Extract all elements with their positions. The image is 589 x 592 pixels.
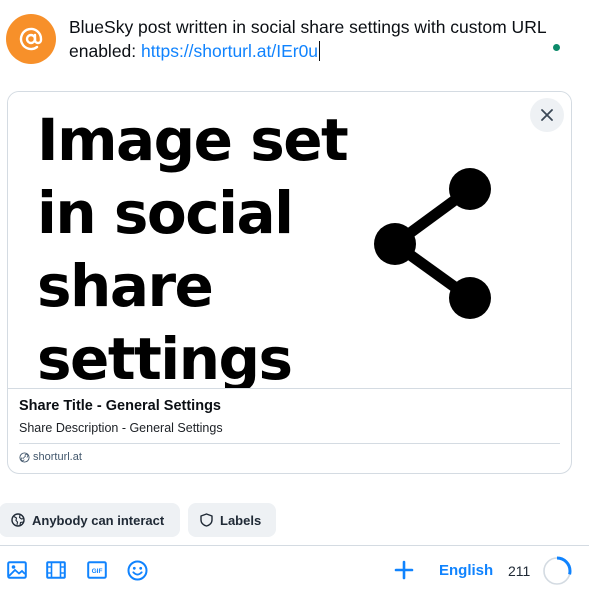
close-icon: [541, 109, 553, 121]
add-emoji-button[interactable]: [126, 559, 148, 581]
labels-button[interactable]: Labels: [188, 503, 276, 537]
gif-icon: GIF: [87, 561, 107, 579]
card-inner-divider: [19, 443, 560, 444]
card-description: Share Description - General Settings: [19, 421, 223, 435]
link-preview-card: Image set in social share settings Share…: [7, 91, 572, 474]
card-title: Share Title - General Settings: [19, 398, 221, 414]
remove-card-button[interactable]: [530, 98, 564, 132]
video-icon: [46, 561, 66, 579]
card-image-text: Image set in social share settings: [37, 106, 349, 388]
text-caret: [319, 41, 321, 61]
svg-text:GIF: GIF: [92, 568, 103, 575]
post-text-editor[interactable]: BlueSky post written in social share set…: [69, 15, 564, 63]
at-icon: [19, 27, 43, 51]
add-thread-post-button[interactable]: [392, 558, 416, 582]
interaction-settings-button[interactable]: Anybody can interact: [0, 503, 180, 537]
add-video-button[interactable]: [45, 559, 67, 581]
status-dot: [553, 44, 560, 51]
labels-label: Labels: [220, 512, 262, 528]
share-icon: [374, 168, 491, 319]
emoji-icon: [127, 560, 147, 580]
character-progress-ring: [542, 556, 572, 586]
interaction-settings-label: Anybody can interact: [32, 512, 165, 528]
language-selector[interactable]: English: [439, 562, 493, 579]
card-domain: shorturl.at: [19, 451, 82, 463]
toolbar-divider: [0, 545, 589, 546]
add-image-button[interactable]: [6, 559, 28, 581]
shield-icon: [200, 513, 213, 527]
card-divider: [8, 388, 571, 389]
plus-icon: [394, 560, 414, 580]
link-icon: [19, 451, 30, 463]
card-image: Image set in social share settings: [8, 92, 571, 388]
earth-icon: [11, 513, 25, 527]
card-domain-text: shorturl.at: [33, 451, 82, 463]
image-icon: [7, 561, 27, 579]
avatar: [6, 14, 56, 64]
character-count: 211: [508, 563, 531, 579]
add-gif-button[interactable]: GIF: [86, 559, 108, 581]
post-link[interactable]: https://shorturl.at/IEr0u: [141, 41, 318, 61]
